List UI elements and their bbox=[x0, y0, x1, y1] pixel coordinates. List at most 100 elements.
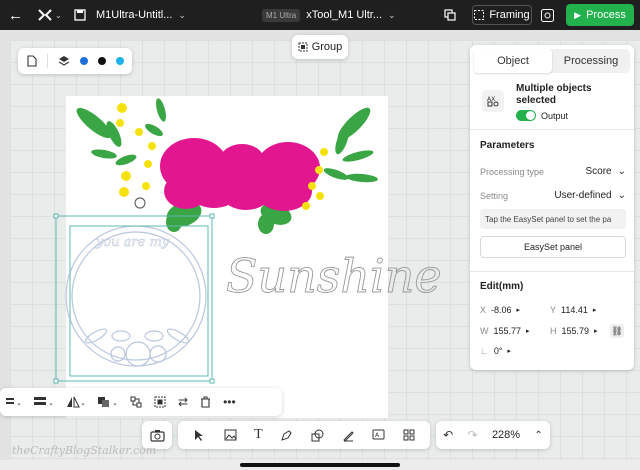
stepper-icon: ▸ bbox=[516, 307, 521, 314]
w-value: 155.77 bbox=[493, 326, 522, 336]
h-field[interactable]: H 155.79 ▸ bbox=[550, 326, 598, 336]
group-select-icon[interactable] bbox=[154, 396, 166, 408]
stepper-icon: ▸ bbox=[594, 328, 598, 335]
distribute-icon[interactable]: ⌄ bbox=[34, 396, 54, 408]
wreath-text: you are my bbox=[95, 235, 170, 250]
stepper-icon: ▸ bbox=[507, 348, 511, 355]
undo-icon[interactable]: ↶ bbox=[443, 428, 453, 442]
home-indicator bbox=[240, 463, 400, 467]
zoom-bar: ↶ ↷ 228% ⌃ bbox=[436, 421, 550, 449]
y-field[interactable]: Y 114.41 ▸ bbox=[550, 305, 596, 315]
selection-title: Multiple objects selected bbox=[516, 83, 592, 106]
group-icon bbox=[298, 42, 308, 52]
chevron-down-icon: ⌄ bbox=[388, 9, 396, 20]
svg-text:A: A bbox=[375, 432, 380, 439]
x-field[interactable]: X -8.06 ▸ bbox=[480, 305, 520, 315]
save-icon[interactable] bbox=[74, 0, 86, 30]
top-bar: ← ⌄ M1Ultra-Untitl... ⌄ M1 Ultra xTool_M… bbox=[0, 0, 640, 30]
tool-bar: T A bbox=[178, 421, 430, 449]
select-tool-icon[interactable] bbox=[193, 429, 206, 442]
camera-icon bbox=[149, 429, 165, 442]
lock-ratio-icon[interactable]: ⛓ bbox=[610, 324, 624, 338]
layers-stack-icon[interactable] bbox=[58, 55, 70, 67]
pen-tool-icon[interactable] bbox=[280, 429, 293, 442]
chevron-down-icon: ⌄ bbox=[617, 166, 626, 177]
shape-tool-icon[interactable] bbox=[311, 429, 324, 442]
divider bbox=[470, 271, 634, 272]
group-button[interactable]: Group bbox=[292, 35, 348, 59]
svg-text:⌄: ⌄ bbox=[112, 400, 118, 407]
easyset-panel-button[interactable]: EasySet panel bbox=[480, 236, 626, 258]
selection-toolbar: ⌄ ⌄ ⌄ ⌄ ⇄ ••• bbox=[0, 388, 282, 416]
image-tool-icon[interactable] bbox=[224, 429, 237, 441]
svg-text:⌄: ⌄ bbox=[16, 400, 22, 407]
rotate-handle-icon[interactable] bbox=[134, 197, 146, 209]
flip-icon[interactable]: ⌄ bbox=[66, 396, 86, 408]
text-tool-icon[interactable]: T bbox=[254, 427, 263, 443]
chevron-down-icon: ⌄ bbox=[617, 190, 626, 201]
draw-tool-icon[interactable] bbox=[342, 429, 355, 442]
output-toggle[interactable] bbox=[516, 110, 536, 121]
color-swatch-cyan[interactable] bbox=[116, 57, 124, 65]
easyset-hint: Tap the EasySet panel to set the pa bbox=[480, 209, 626, 229]
chevron-down-icon: ⌄ bbox=[55, 10, 62, 20]
processing-type-select[interactable]: Score ⌄ bbox=[585, 166, 626, 177]
device-name: xTool_M1 Ultr... bbox=[306, 9, 383, 21]
properties-panel: Object Processing AX Multiple objects se… bbox=[470, 45, 634, 370]
play-icon: ▶ bbox=[574, 9, 582, 20]
svg-text:⌄: ⌄ bbox=[80, 400, 86, 407]
parameters-heading: Parameters bbox=[480, 140, 535, 151]
processing-type-row: Processing type Score ⌄ bbox=[480, 166, 626, 177]
color-swatch-black[interactable] bbox=[98, 57, 106, 65]
align-icon[interactable]: ⌄ bbox=[6, 397, 22, 407]
artwork: Sunshine you are my bbox=[53, 98, 442, 384]
chevron-down-icon: ⌄ bbox=[178, 9, 186, 20]
watermark: theCraftyBlogStalker.com bbox=[12, 444, 157, 457]
setting-value: User-defined bbox=[554, 190, 612, 201]
processing-type-value: Score bbox=[585, 166, 612, 177]
processing-type-label: Processing type bbox=[480, 166, 545, 177]
sunshine-text: Sunshine bbox=[226, 249, 442, 303]
grid-tool-icon[interactable] bbox=[403, 429, 415, 441]
y-label: Y bbox=[550, 305, 557, 315]
w-field[interactable]: W 155.77 ▸ bbox=[480, 326, 530, 336]
framing-button[interactable]: Framing bbox=[472, 5, 532, 25]
setting-select[interactable]: User-defined ⌄ bbox=[554, 190, 626, 201]
ai-tool-icon[interactable]: A bbox=[372, 429, 385, 442]
device-tag: M1 Ultra bbox=[262, 8, 301, 22]
h-value: 155.79 bbox=[561, 326, 590, 336]
x-value: -8.06 bbox=[491, 305, 512, 315]
process-button[interactable]: ▶ Process bbox=[566, 4, 634, 26]
redo-icon[interactable]: ↷ bbox=[468, 428, 478, 442]
rotation-field[interactable]: ∟ 0° ▸ bbox=[480, 346, 511, 356]
w-label: W bbox=[480, 326, 489, 336]
more-icon[interactable]: ••• bbox=[223, 395, 236, 409]
artboard[interactable]: Sunshine you are my bbox=[53, 96, 442, 418]
tab-object[interactable]: Object bbox=[474, 49, 552, 73]
arrange-icon[interactable]: ⌄ bbox=[98, 396, 118, 408]
tab-processing[interactable]: Processing bbox=[552, 49, 630, 73]
settings-icon[interactable] bbox=[541, 0, 554, 30]
framing-label: Framing bbox=[489, 9, 530, 21]
project-title-dropdown[interactable]: M1Ultra-Untitl... ⌄ bbox=[96, 0, 186, 30]
layers-icon[interactable] bbox=[444, 0, 456, 30]
rotation-value: 0° bbox=[493, 346, 503, 356]
panel-tabs: Object Processing bbox=[474, 49, 630, 73]
device-dropdown[interactable]: M1 Ultra xTool_M1 Ultr... ⌄ bbox=[262, 0, 396, 30]
color-swatch-blue[interactable] bbox=[80, 57, 88, 65]
app-logo-menu[interactable]: ⌄ bbox=[38, 0, 62, 30]
divider bbox=[470, 129, 634, 130]
x-label: X bbox=[480, 305, 487, 315]
setting-label: Setting bbox=[480, 190, 509, 201]
zoom-value[interactable]: 228% bbox=[492, 429, 520, 441]
back-arrow-icon[interactable]: ← bbox=[8, 0, 23, 30]
svg-text:⌄: ⌄ bbox=[48, 400, 54, 407]
chevron-up-icon[interactable]: ⌃ bbox=[534, 430, 542, 441]
document-icon[interactable] bbox=[27, 55, 37, 67]
angle-icon: ∟ bbox=[480, 346, 489, 356]
group-label: Group bbox=[311, 41, 343, 53]
ungroup-icon[interactable] bbox=[130, 396, 142, 408]
trash-icon[interactable] bbox=[200, 396, 211, 408]
edit-heading: Edit(mm) bbox=[480, 281, 524, 292]
swap-icon[interactable]: ⇄ bbox=[178, 395, 188, 409]
